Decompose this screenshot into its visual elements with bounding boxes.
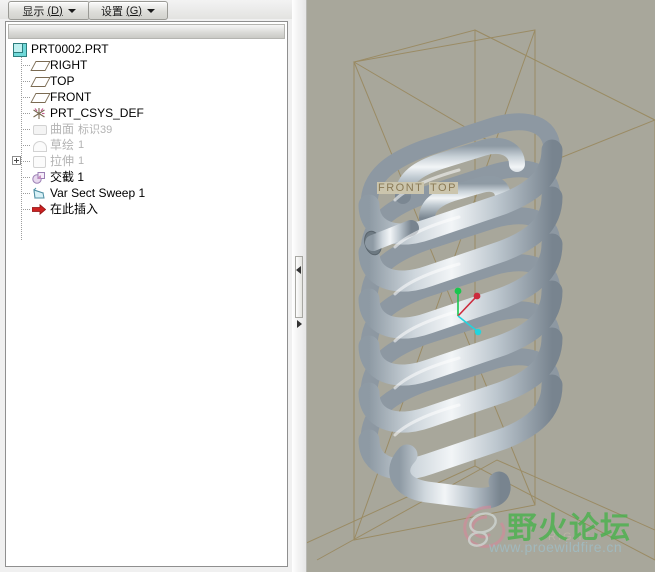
intersect-icon xyxy=(31,170,47,184)
tree-item-sublabel: 标识39 xyxy=(78,124,113,136)
extrude-icon xyxy=(31,154,47,168)
tree-guide-line xyxy=(21,161,31,162)
watermark: 野火论坛 www.proewildfire.cn xyxy=(457,495,655,567)
model-tree-list[interactable]: PRT0002.PRT RIGHT TOP FRONT PRT_CSYS_DEF 曲面 标识… xyxy=(8,41,285,565)
model-tree-panel: 显示 (D) 设置 (G) PRT0002.PRT RIGHT TOP FRONT PRT_… xyxy=(0,0,292,572)
tree-item[interactable]: TOP xyxy=(8,73,285,89)
tree-item-label: 在此插入 xyxy=(50,202,99,216)
tree-guide-line xyxy=(21,97,31,98)
chevron-down-icon xyxy=(146,8,155,13)
tree-item[interactable]: 拉伸 1 xyxy=(8,153,285,169)
arrow-right-icon[interactable] xyxy=(297,320,302,328)
datum-plane-icon xyxy=(30,74,51,88)
settings-menu-label: 设置 xyxy=(101,5,124,18)
model-tree-frame: PRT0002.PRT RIGHT TOP FRONT PRT_CSYS_DEF 曲面 标识… xyxy=(5,21,288,567)
datum-label-front[interactable]: FRONT xyxy=(377,182,425,194)
chevron-down-icon xyxy=(67,8,76,13)
tree-item-label: 曲面 xyxy=(50,122,75,136)
tree-item-label: 拉伸 xyxy=(50,154,75,168)
tree-item[interactable]: RIGHT xyxy=(8,57,285,73)
tree-guide-line xyxy=(21,113,31,114)
tree-guide-line xyxy=(21,209,31,210)
tree-item-label: 交截 1 xyxy=(50,170,85,184)
tree-guide-line xyxy=(21,193,31,194)
arrow-left-icon[interactable] xyxy=(296,266,301,274)
tree-item[interactable]: PRT0002.PRT xyxy=(8,41,285,57)
tree-item[interactable]: 在此插入 xyxy=(8,201,285,217)
tree-item-label: 草绘 xyxy=(50,138,75,152)
tree-item-sublabel: 1 xyxy=(78,139,85,151)
model-graphics xyxy=(307,29,655,561)
tree-item[interactable]: 草绘 1 xyxy=(8,137,285,153)
tree-guide-line xyxy=(21,81,31,82)
insert-here-icon xyxy=(31,202,47,216)
csys-icon xyxy=(31,106,47,120)
datum-plane-icon xyxy=(30,58,51,72)
tree-item-label: PRT0002.PRT xyxy=(31,42,109,56)
display-menu-mnemonic: D xyxy=(51,4,59,17)
display-menu-button[interactable]: 显示 (D) xyxy=(8,1,90,20)
application-window: 显示 (D) 设置 (G) PRT0002.PRT RIGHT TOP FRONT PRT_… xyxy=(0,0,655,572)
tree-item[interactable]: PRT_CSYS_DEF xyxy=(8,105,285,121)
tree-guide-line xyxy=(21,129,31,130)
tree-item-label: RIGHT xyxy=(50,58,88,72)
tree-item-label: Var Sect Sweep 1 xyxy=(50,186,146,200)
tree-guide-line xyxy=(21,145,31,146)
tree-item-label: TOP xyxy=(50,74,75,88)
datum-label-top[interactable]: TOP xyxy=(429,182,458,194)
display-menu-label: 显示 xyxy=(22,5,45,18)
settings-menu-mnemonic: G xyxy=(129,4,139,17)
watermark-url: www.proewildfire.cn xyxy=(489,539,623,555)
sweep-icon xyxy=(31,186,47,200)
tree-item[interactable]: FRONT xyxy=(8,89,285,105)
model-tree-toolbar: 显示 (D) 设置 (G) xyxy=(0,0,292,20)
sketch-icon xyxy=(31,138,47,152)
tree-guide-line xyxy=(21,65,31,66)
panel-splitter[interactable] xyxy=(292,0,307,572)
tree-item[interactable]: 曲面 标识39 xyxy=(8,121,285,137)
tree-guide-line xyxy=(21,177,31,178)
model-tree-column-header[interactable] xyxy=(8,24,285,39)
tree-item[interactable]: Var Sect Sweep 1 xyxy=(8,185,285,201)
tree-item[interactable]: 交截 1 xyxy=(8,169,285,185)
datum-plane-icon xyxy=(30,90,51,104)
graphics-viewport[interactable]: FRONT TOP RIGHT 野火论坛 www.proewildfire.cn xyxy=(307,0,655,572)
surface-icon xyxy=(31,122,47,136)
tree-item-label: PRT_CSYS_DEF xyxy=(50,106,144,120)
settings-menu-button[interactable]: 设置 (G) xyxy=(88,1,168,20)
tree-item-sublabel: 1 xyxy=(78,155,85,167)
part-icon xyxy=(12,42,28,57)
tree-item-label: FRONT xyxy=(50,90,92,104)
tree-expander-icon[interactable] xyxy=(12,156,21,165)
